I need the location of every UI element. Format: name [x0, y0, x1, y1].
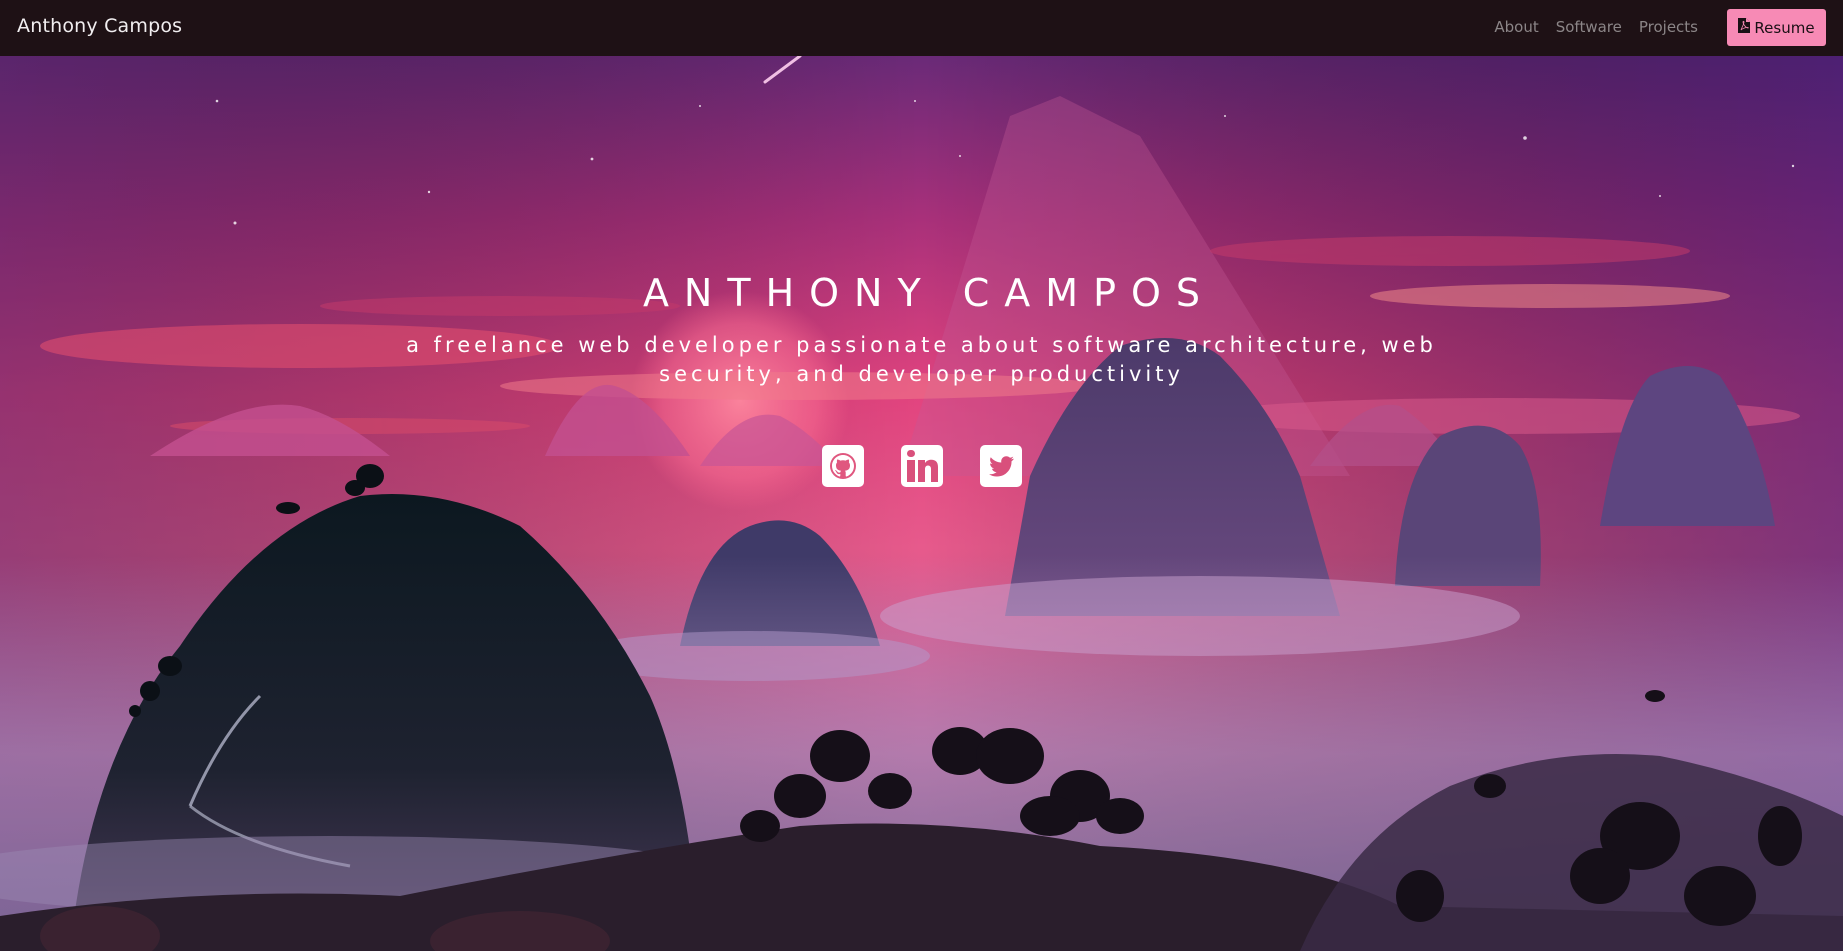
hero-subtitle: a freelance web developer passionate abo…	[406, 333, 1437, 386]
linkedin-icon[interactable]	[900, 445, 943, 487]
nav-link-about[interactable]: About	[1494, 17, 1538, 37]
resume-label: Resume	[1754, 18, 1815, 37]
landscape-illustration	[0, 54, 1843, 951]
pdf-file-icon	[1738, 18, 1751, 37]
nav-links: About Software Projects	[1494, 17, 1698, 37]
hero-background: ANTHONY CAMPOS a freelance web developer…	[0, 54, 1843, 951]
brand-link[interactable]: Anthony Campos	[17, 14, 182, 38]
resume-button[interactable]: Resume	[1727, 9, 1826, 46]
navbar: Anthony Campos About Software Projects R…	[0, 0, 1843, 56]
twitter-icon[interactable]	[979, 445, 1022, 487]
hero-title: ANTHONY CAMPOS	[642, 271, 1216, 315]
page: Anthony Campos About Software Projects R…	[0, 0, 1843, 951]
github-icon[interactable]	[821, 445, 864, 487]
nav-link-software[interactable]: Software	[1556, 17, 1622, 37]
social-links	[0, 445, 1843, 487]
nav-link-projects[interactable]: Projects	[1639, 17, 1698, 37]
